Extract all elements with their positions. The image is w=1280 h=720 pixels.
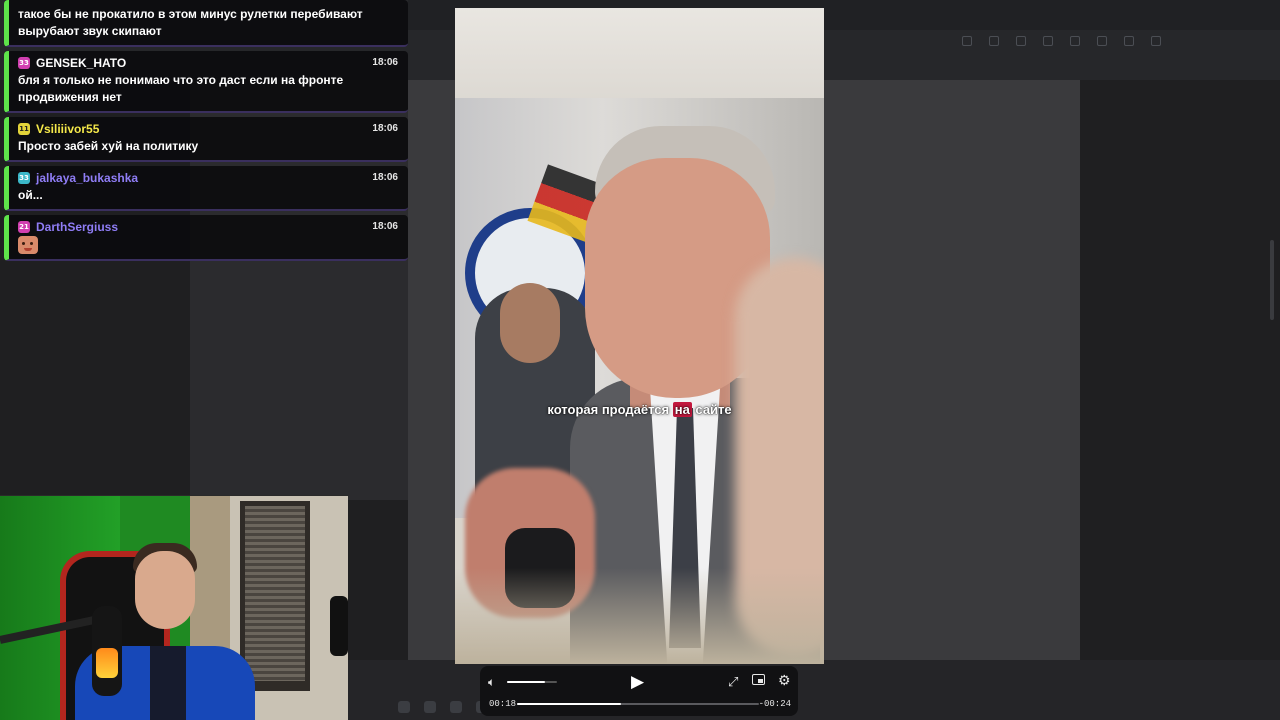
chat-message-text: такое бы не прокатило в этом минус рулет… <box>18 7 363 38</box>
chat-timestamp: 18:06 <box>372 123 398 134</box>
toolbar-icon <box>1097 36 1107 46</box>
seek-bar[interactable] <box>517 703 759 705</box>
toolbar-icon <box>989 36 999 46</box>
taskbar-icon <box>424 701 436 713</box>
subscriber-badge-icon: 33 <box>18 172 30 184</box>
subscriber-badge-icon: 33 <box>18 57 30 69</box>
taskbar-icon <box>398 701 410 713</box>
subtitle-text: сайте <box>691 402 732 417</box>
video-subtitle: которая продаётся на сайте <box>455 402 824 417</box>
chat-message: 11 Vsiliiivor55 18:06 Просто забей хуй н… <box>4 117 408 162</box>
seek-progress <box>517 703 622 705</box>
toolbar-icon <box>1151 36 1161 46</box>
volume-slider[interactable] <box>507 681 557 683</box>
background-scrollbar <box>1270 240 1274 320</box>
subtitle-text: которая продаётся <box>547 402 673 417</box>
chat-username[interactable]: DarthSergiuss <box>36 220 118 234</box>
toolbar-icon <box>1124 36 1134 46</box>
toolbar-icon <box>1016 36 1026 46</box>
face-emote-icon <box>18 236 38 254</box>
chat-timestamp: 18:06 <box>372 172 398 183</box>
chat-message-text: Просто забей хуй на политику <box>18 139 199 153</box>
current-time: 00:18 <box>489 699 517 709</box>
streamer-webcam <box>0 495 348 720</box>
subscriber-badge-icon: 21 <box>18 221 30 233</box>
headphones-icon <box>330 596 348 656</box>
background-toolbar-icons <box>962 36 1161 46</box>
chat-message: 33 jalkaya_bukashka 18:06 ой... <box>4 166 408 211</box>
remaining-time: -00:24 <box>758 699 791 709</box>
chat-username[interactable]: GENSEK_HATO <box>36 56 126 70</box>
chat-message: такое бы не прокатило в этом минус рулет… <box>4 0 408 47</box>
play-icon[interactable]: ▶ <box>631 672 644 692</box>
chat-message: 33 GENSEK_HATO 18:06 бля я только не пон… <box>4 51 408 113</box>
video-frame[interactable]: которая продаётся на сайте <box>455 8 824 664</box>
chat-username[interactable]: Vsiliiivor55 <box>36 122 99 136</box>
toolbar-icon <box>1070 36 1080 46</box>
volume-icon[interactable]: 🔈︎ <box>488 675 495 690</box>
toolbar-icon <box>1043 36 1053 46</box>
chat-message-text: бля я только не понимаю что это даст есл… <box>18 73 344 104</box>
toolbar-icon <box>962 36 972 46</box>
subscriber-badge-icon: 11 <box>18 123 30 135</box>
picture-in-picture-icon[interactable] <box>752 674 765 685</box>
subtitle-highlight: на <box>672 402 692 417</box>
settings-icon[interactable]: ⚙ <box>778 672 791 689</box>
chat-message: 21 DarthSergiuss 18:06 <box>4 215 408 261</box>
expand-icon[interactable]: ⤢ <box>728 674 738 690</box>
chat-timestamp: 18:06 <box>372 221 398 232</box>
streamer-face <box>135 551 195 629</box>
screen: такое бы не прокатило в этом минус рулет… <box>0 0 1280 720</box>
volume-level <box>507 681 545 683</box>
chat-message-text: ой... <box>18 188 43 202</box>
chat-timestamp: 18:06 <box>372 57 398 68</box>
video-player-controls: 🔈︎ ▶ ⤢ ⚙ 00:18 -00:24 <box>480 666 798 716</box>
chat-username[interactable]: jalkaya_bukashka <box>36 171 138 185</box>
stream-chat: такое бы не прокатило в этом минус рулет… <box>4 0 408 265</box>
taskbar-icon <box>450 701 462 713</box>
